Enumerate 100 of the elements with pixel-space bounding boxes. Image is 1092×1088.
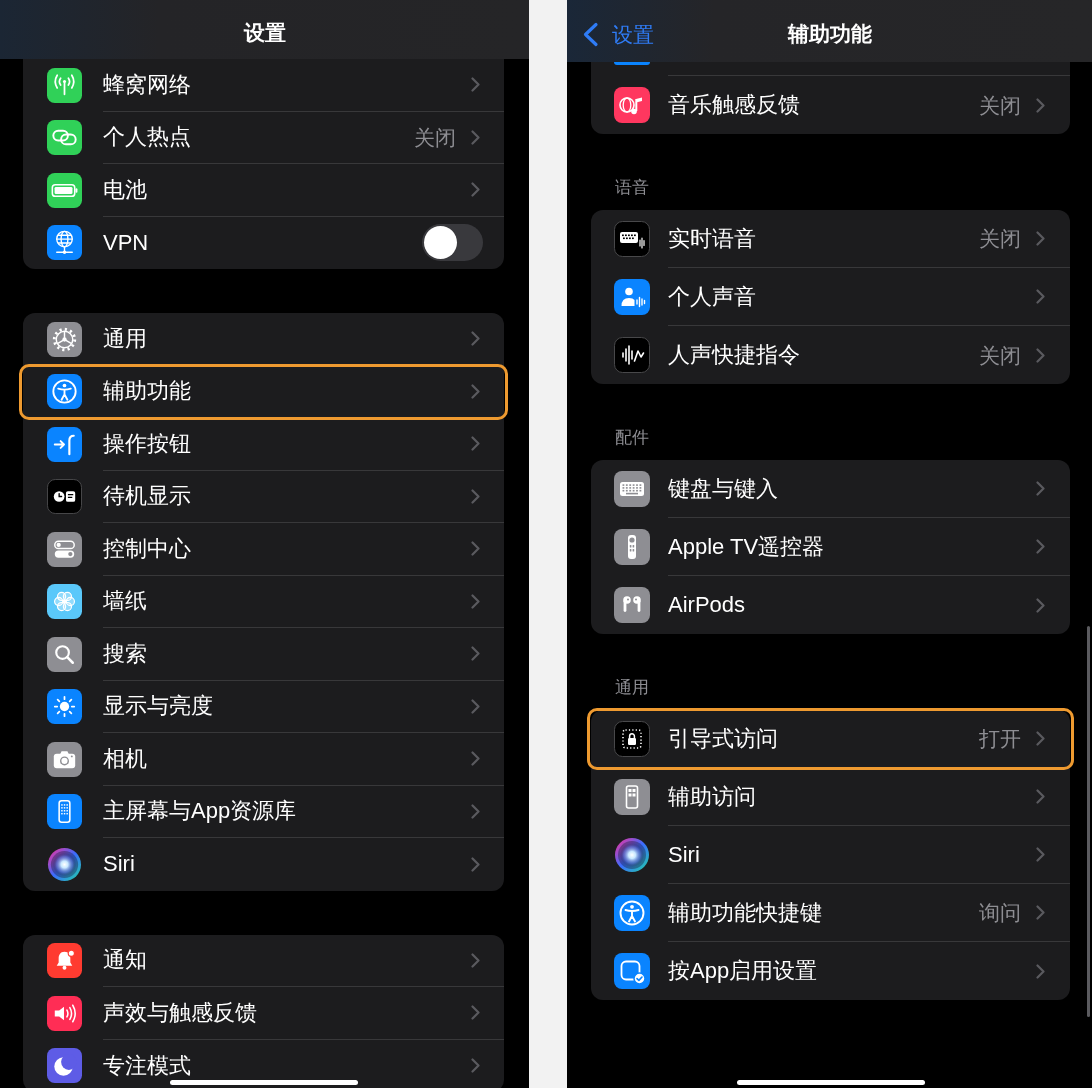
camera-icon — [47, 741, 82, 777]
chevron-icon — [1036, 731, 1045, 746]
phone-grid-icon — [47, 794, 82, 830]
setting-label[interactable]: 辅助功能 — [103, 380, 191, 403]
phone-grid-icon — [614, 779, 650, 815]
setting-label[interactable]: 声效与触感反馈 — [103, 1001, 257, 1024]
section-header: 配件 — [615, 428, 649, 448]
section-header: 语音 — [615, 178, 649, 198]
chevron-icon — [471, 952, 480, 968]
setting-label[interactable]: 操作按钮 — [103, 432, 191, 455]
setting-label[interactable]: 显示与亮度 — [103, 695, 213, 718]
chevron-icon — [1036, 97, 1045, 113]
chevron-icon — [1036, 847, 1045, 862]
setting-label[interactable]: 待机显示 — [103, 485, 191, 508]
chevron-icon — [1036, 539, 1045, 554]
setting-value: 关闭 — [979, 94, 1021, 116]
setting-label[interactable]: 音乐触感反馈 — [668, 94, 800, 116]
square-check-icon — [614, 953, 650, 989]
chevron-icon — [471, 129, 480, 145]
setting-label[interactable]: 引导式访问 — [668, 727, 778, 750]
chevron-icon — [471, 646, 480, 662]
speaker-icon — [47, 995, 82, 1031]
chevron-icon — [471, 383, 480, 399]
setting-label[interactable]: 控制中心 — [103, 537, 191, 560]
chevron-icon — [471, 182, 480, 198]
setting-label[interactable]: Siri — [668, 843, 700, 866]
arrow-bracket-icon — [47, 426, 82, 462]
setting-label[interactable]: 蜂窝网络 — [103, 73, 191, 96]
chevron-icon — [471, 1058, 480, 1074]
setting-label[interactable]: Siri — [103, 853, 135, 876]
setting-label[interactable]: 搜索 — [103, 642, 147, 665]
setting-value: 打开 — [979, 728, 1021, 749]
chevron-icon — [471, 698, 480, 714]
nav-title: 辅助功能 — [787, 21, 872, 47]
person-waveform-icon — [614, 279, 650, 315]
bell-icon — [47, 943, 82, 979]
music-note-icon — [614, 87, 650, 123]
remote-icon — [614, 529, 650, 565]
setting-label[interactable]: 个人声音 — [668, 285, 756, 308]
setting-label[interactable]: 通知 — [103, 949, 147, 972]
globe-icon — [47, 225, 82, 261]
setting-label[interactable]: 主屏幕与App资源库 — [103, 800, 297, 823]
setting-label[interactable]: 键盘与键入 — [668, 477, 778, 500]
setting-label[interactable]: Apple TV遥控器 — [668, 535, 825, 558]
chevron-icon — [471, 593, 480, 609]
chevron-icon — [1036, 789, 1045, 804]
chevron-icon — [1036, 905, 1045, 920]
setting-label[interactable]: 专注模式 — [103, 1054, 191, 1077]
moon-icon — [47, 1048, 82, 1084]
lock-icon — [614, 721, 650, 757]
setting-label[interactable]: 辅助访问 — [668, 785, 756, 808]
chevron-icon — [471, 751, 480, 767]
clock-widget-icon — [47, 479, 82, 515]
sun-icon — [47, 689, 82, 725]
flower-icon — [47, 584, 82, 620]
back-button[interactable]: 设置 — [582, 21, 654, 47]
chevron-icon — [471, 856, 480, 872]
battery-icon — [47, 172, 82, 208]
accessibility-icon — [614, 895, 650, 931]
orb-icon — [47, 846, 82, 882]
setting-label[interactable]: 实时语音 — [668, 227, 756, 250]
setting-label[interactable]: 按App启用设置 — [668, 960, 818, 982]
keyboard-waveform-icon — [614, 221, 650, 257]
chevron-left-icon — [582, 21, 599, 47]
chevron-icon — [471, 77, 480, 93]
chevron-icon — [471, 1005, 480, 1021]
toggle-switch[interactable] — [422, 224, 483, 262]
setting-label[interactable]: AirPods — [668, 594, 746, 616]
setting-value: 询问 — [979, 902, 1021, 923]
chevron-icon — [1036, 231, 1045, 246]
antenna-icon — [47, 67, 82, 103]
chevron-icon — [471, 803, 480, 819]
nav-title: 设置 — [243, 20, 286, 46]
keyboard-icon — [614, 471, 650, 507]
chevron-icon — [1036, 481, 1045, 496]
setting-value: 关闭 — [414, 126, 456, 148]
chevron-icon — [1036, 347, 1045, 363]
setting-label[interactable]: 通用 — [103, 327, 147, 350]
chain-link-icon — [47, 120, 82, 156]
setting-value: 关闭 — [979, 228, 1021, 249]
setting-label[interactable]: 电池 — [103, 178, 147, 201]
setting-label[interactable]: 人声快捷指令 — [668, 344, 800, 366]
setting-value: 关闭 — [979, 344, 1021, 366]
gear-icon — [47, 321, 82, 357]
chevron-icon — [471, 436, 480, 452]
section-header: 通用 — [615, 678, 649, 698]
earbuds-icon — [614, 587, 650, 623]
setting-label[interactable]: 相机 — [103, 747, 147, 770]
chevron-icon — [1036, 597, 1045, 613]
chevron-icon — [1036, 289, 1045, 304]
toggles-icon — [47, 531, 82, 567]
chevron-icon — [1036, 963, 1045, 979]
accessibility-icon — [47, 374, 82, 410]
setting-label[interactable]: 墙纸 — [103, 590, 147, 613]
setting-label[interactable]: 个人热点 — [103, 126, 191, 149]
search-icon — [47, 636, 82, 672]
chevron-icon — [471, 541, 480, 557]
orb-icon — [614, 837, 650, 873]
setting-label[interactable]: VPN — [103, 231, 149, 254]
setting-label[interactable]: 辅助功能快捷键 — [668, 901, 822, 924]
